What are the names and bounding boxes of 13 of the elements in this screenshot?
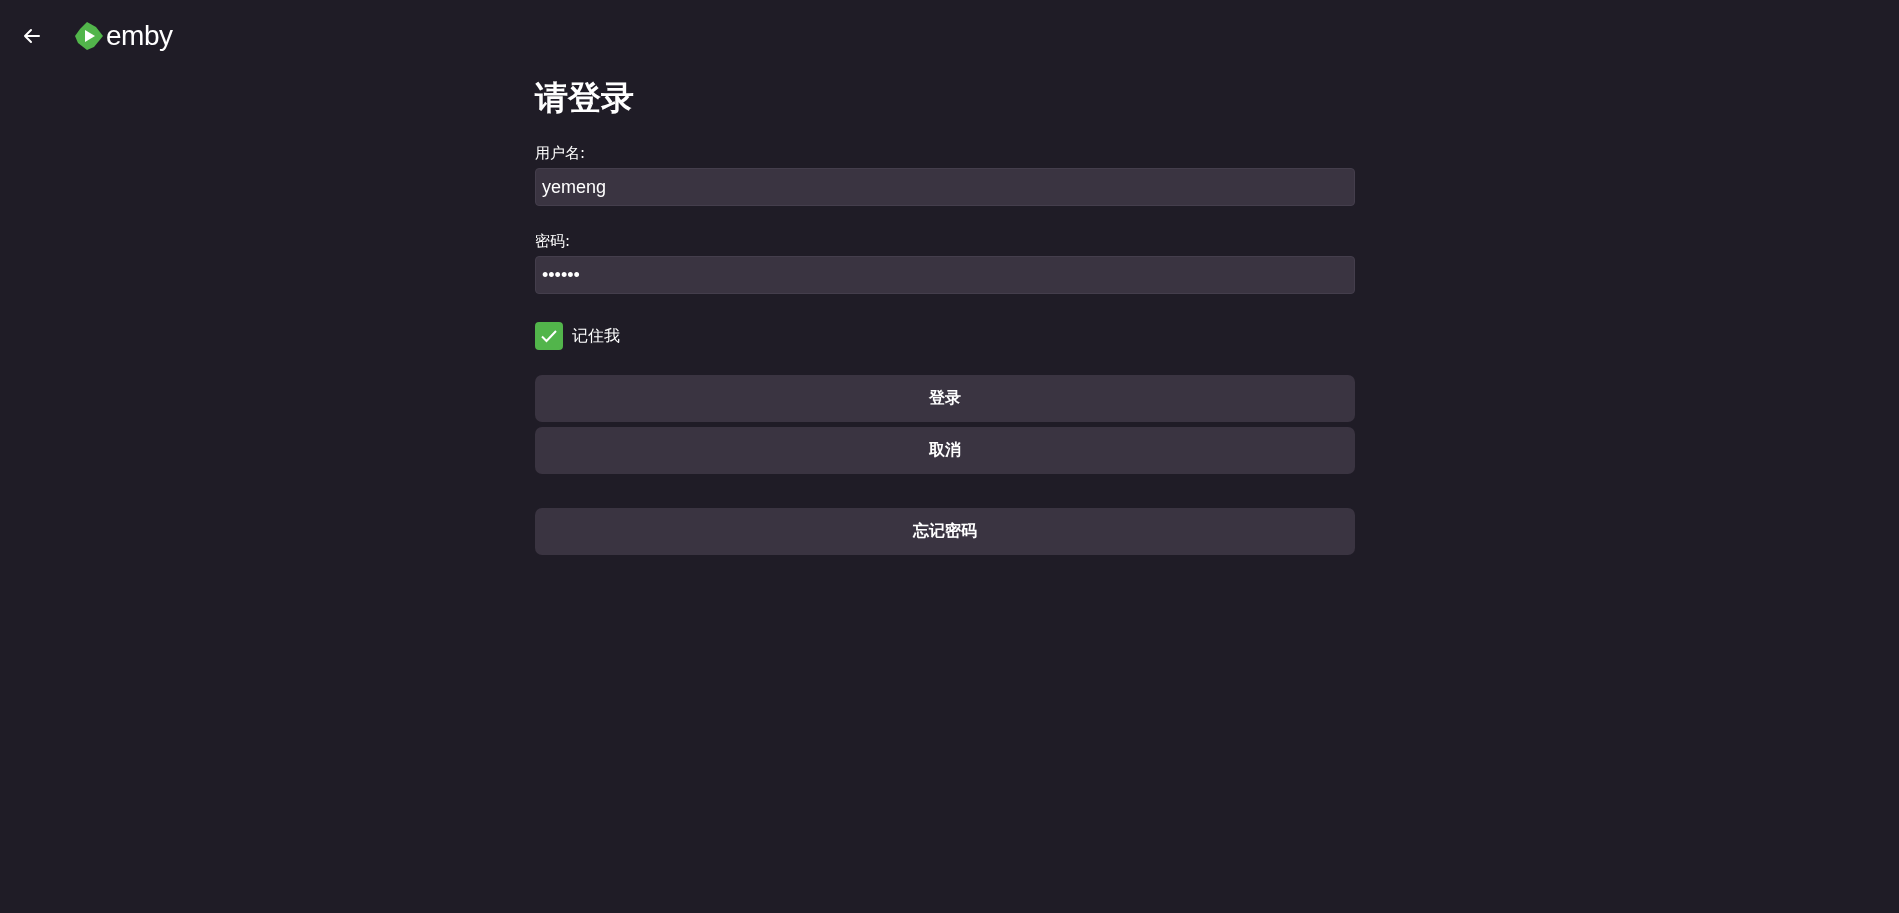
input-field[interactable]: yemeng [535,168,1355,206]
form-button[interactable]: 取消 [535,427,1355,474]
back-arrow-icon [22,26,42,46]
logo-icon [74,21,104,51]
field-label: 用户名: [535,144,587,162]
input-field[interactable]: •••••• [535,256,1355,294]
form-button[interactable]: 忘记密码 [535,508,1355,555]
field-label: 密码: [535,232,572,250]
page-title: 请登录 [535,78,635,118]
checkbox-label: 记住我 [572,325,620,347]
form-button[interactable]: 登录 [535,375,1355,422]
checkbox[interactable] [535,322,563,350]
logo-text: emby [106,20,173,52]
